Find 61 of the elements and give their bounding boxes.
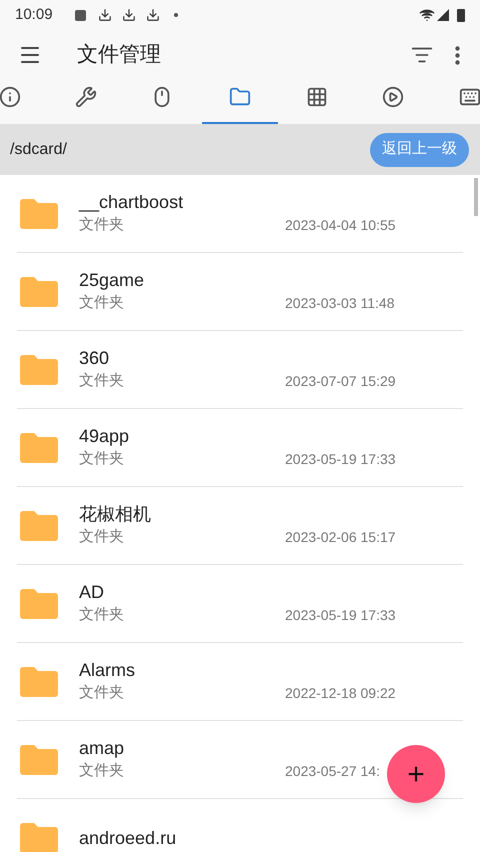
folder-icon xyxy=(20,432,58,462)
file-type: 文件夹 xyxy=(79,448,125,469)
file-row[interactable]: Alarms 文件夹 2022-12-18 09:22 xyxy=(17,643,463,721)
file-date: 2023-05-27 14: xyxy=(285,762,380,780)
file-row[interactable]: 49app 文件夹 2023-05-19 17:33 xyxy=(17,409,463,487)
file-name: androeed.ru xyxy=(79,826,178,848)
folder-icon xyxy=(20,666,58,696)
folder-icon xyxy=(20,198,58,228)
download-icon xyxy=(122,8,136,22)
info-icon xyxy=(0,86,21,108)
file-date: 2023-04-04 10:55 xyxy=(285,216,396,234)
more-button[interactable] xyxy=(455,46,460,64)
file-row[interactable]: __chartboost 文件夹 2023-04-04 10:55 xyxy=(17,175,463,253)
path-text: /sdcard/ xyxy=(10,140,67,160)
file-name: 花椒相机 xyxy=(79,502,152,525)
file-date: 2023-07-07 15:29 xyxy=(285,372,396,390)
file-type: 文件夹 xyxy=(79,214,125,235)
folder-icon xyxy=(20,354,58,384)
keyboard-icon xyxy=(459,86,480,108)
notification-icon xyxy=(74,10,86,20)
wrench-icon xyxy=(75,86,97,108)
wifi-icon xyxy=(419,7,435,23)
file-date: 2023-02-06 15:17 xyxy=(285,528,396,546)
file-type: 文件夹 xyxy=(79,760,125,781)
download-icon xyxy=(146,8,160,22)
file-date: 2023-03-03 11:48 xyxy=(285,294,394,312)
play-icon xyxy=(382,86,404,108)
battery-icon xyxy=(457,8,465,22)
folder-icon xyxy=(20,744,58,774)
file-type: 文件夹 xyxy=(79,370,125,391)
file-name: 49app xyxy=(79,424,130,447)
status-time: 10:09 xyxy=(15,4,53,25)
signal-icon xyxy=(437,9,449,21)
add-button[interactable]: + xyxy=(387,745,445,803)
file-name: Alarms xyxy=(79,658,136,681)
file-type: 文件夹 xyxy=(79,292,125,313)
folder-icon xyxy=(229,86,251,108)
file-row[interactable]: 360 文件夹 2023-07-07 15:29 xyxy=(17,331,463,409)
file-name: 25game xyxy=(79,268,146,291)
file-name: __chartboost xyxy=(79,190,184,213)
file-row[interactable]: 25game 文件夹 2023-03-03 11:48 xyxy=(17,253,463,331)
file-type: 文件夹 xyxy=(79,604,125,625)
file-row[interactable]: 花椒相机 文件夹 2023-02-06 15:17 xyxy=(17,487,463,565)
file-name: amap xyxy=(79,736,126,759)
folder-icon xyxy=(20,510,58,540)
file-type: 文件夹 xyxy=(79,682,125,703)
folder-icon xyxy=(20,588,58,618)
folder-icon xyxy=(20,822,58,852)
file-date: 2023-05-19 17:33 xyxy=(285,606,396,624)
folder-icon xyxy=(20,276,58,306)
file-type: 文件夹 xyxy=(79,526,125,547)
file-date: 2023-05-19 17:33 xyxy=(285,450,396,468)
file-name: AD xyxy=(79,580,106,603)
file-row[interactable]: AD 文件夹 2023-05-19 17:33 xyxy=(17,565,463,643)
file-date: 2022-12-18 09:22 xyxy=(285,684,396,702)
more-icon xyxy=(455,46,460,64)
grid-icon xyxy=(306,86,328,108)
file-name: 360 xyxy=(79,346,110,369)
download-icon xyxy=(98,8,112,22)
toolbar-title: 文件管理 xyxy=(77,42,161,68)
scrollbar[interactable] xyxy=(474,178,478,216)
